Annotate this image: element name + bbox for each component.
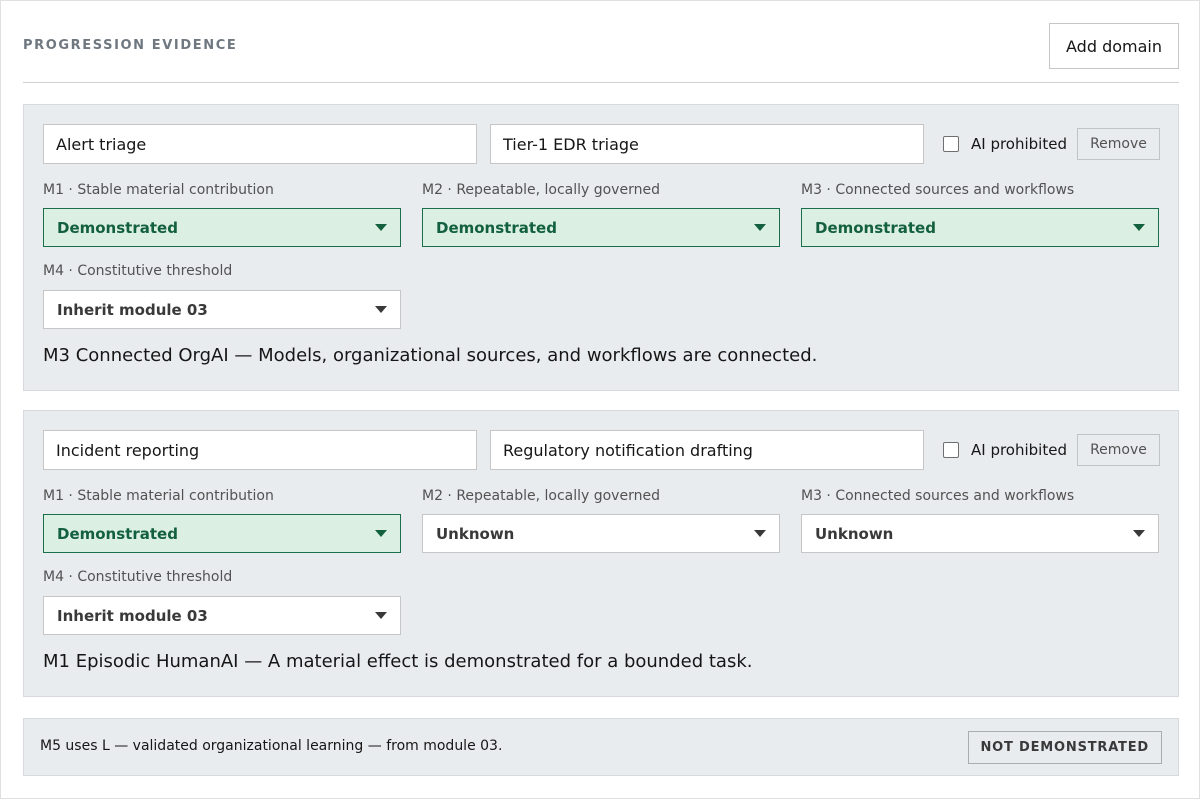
- chevron-down-icon: [1133, 224, 1145, 231]
- chevron-down-icon: [375, 530, 387, 537]
- ai-prohibited-toggle[interactable]: AI prohibited: [943, 135, 1067, 153]
- section-header: PROGRESSION EVIDENCE Add domain: [23, 21, 1179, 83]
- remove-domain-button[interactable]: Remove: [1077, 128, 1160, 160]
- remove-domain-button[interactable]: Remove: [1077, 434, 1160, 466]
- m1-select-value: Demonstrated: [57, 524, 178, 543]
- ai-prohibited-checkbox[interactable]: [943, 136, 959, 152]
- m2-select[interactable]: Unknown: [422, 514, 780, 553]
- chevron-down-icon: [375, 224, 387, 231]
- m2-select[interactable]: Demonstrated: [422, 208, 780, 247]
- m4-select-value: Inherit module 03: [57, 606, 208, 625]
- m3-label: M3 · Connected sources and workflows: [801, 182, 1075, 198]
- m4-label: M4 · Constitutive threshold: [43, 263, 233, 279]
- ai-prohibited-toggle[interactable]: AI prohibited: [943, 441, 1067, 459]
- chevron-down-icon: [1133, 530, 1145, 537]
- m4-label: M4 · Constitutive threshold: [43, 569, 233, 585]
- m3-select[interactable]: Unknown: [801, 514, 1159, 553]
- m1-select[interactable]: Demonstrated: [43, 514, 401, 553]
- progression-evidence-panel: PROGRESSION EVIDENCE Add domain AI prohi…: [0, 0, 1200, 799]
- m3-label: M3 · Connected sources and workflows: [801, 488, 1075, 504]
- chevron-down-icon: [375, 612, 387, 619]
- m1-select-value: Demonstrated: [57, 218, 178, 237]
- m1-label: M1 · Stable material contribution: [43, 182, 274, 198]
- status-badge: NOT DEMONSTRATED: [967, 731, 1162, 764]
- domain-card: AI prohibited Remove M1 · Stable materia…: [23, 410, 1179, 697]
- domain-task-input[interactable]: [490, 124, 924, 164]
- m1-select[interactable]: Demonstrated: [43, 208, 401, 247]
- m5-footer: M5 uses L — validated organizational lea…: [23, 718, 1179, 776]
- add-domain-button[interactable]: Add domain: [1049, 23, 1179, 69]
- m3-select-value: Demonstrated: [815, 218, 936, 237]
- m2-label: M2 · Repeatable, locally governed: [422, 488, 660, 504]
- m4-select[interactable]: Inherit module 03: [43, 596, 401, 635]
- m1-label: M1 · Stable material contribution: [43, 488, 274, 504]
- ai-prohibited-label: AI prohibited: [971, 135, 1067, 153]
- m3-select[interactable]: Demonstrated: [801, 208, 1159, 247]
- domain-name-input[interactable]: [43, 124, 477, 164]
- m4-select[interactable]: Inherit module 03: [43, 290, 401, 329]
- ai-prohibited-label: AI prohibited: [971, 441, 1067, 459]
- m3-select-value: Unknown: [815, 524, 894, 543]
- section-title: PROGRESSION EVIDENCE: [23, 38, 238, 53]
- m2-select-value: Demonstrated: [436, 218, 557, 237]
- chevron-down-icon: [754, 224, 766, 231]
- domain-card: AI prohibited Remove M1 · Stable materia…: [23, 104, 1179, 391]
- domain-task-input[interactable]: [490, 430, 924, 470]
- chevron-down-icon: [375, 306, 387, 313]
- domain-summary: M1 Episodic HumanAI — A material effect …: [43, 651, 753, 672]
- domain-summary: M3 Connected OrgAI — Models, organizatio…: [43, 345, 818, 366]
- ai-prohibited-checkbox[interactable]: [943, 442, 959, 458]
- m2-label: M2 · Repeatable, locally governed: [422, 182, 660, 198]
- chevron-down-icon: [754, 530, 766, 537]
- m5-note: M5 uses L — validated organizational lea…: [40, 738, 503, 754]
- domain-name-input[interactable]: [43, 430, 477, 470]
- m4-select-value: Inherit module 03: [57, 300, 208, 319]
- m2-select-value: Unknown: [436, 524, 515, 543]
